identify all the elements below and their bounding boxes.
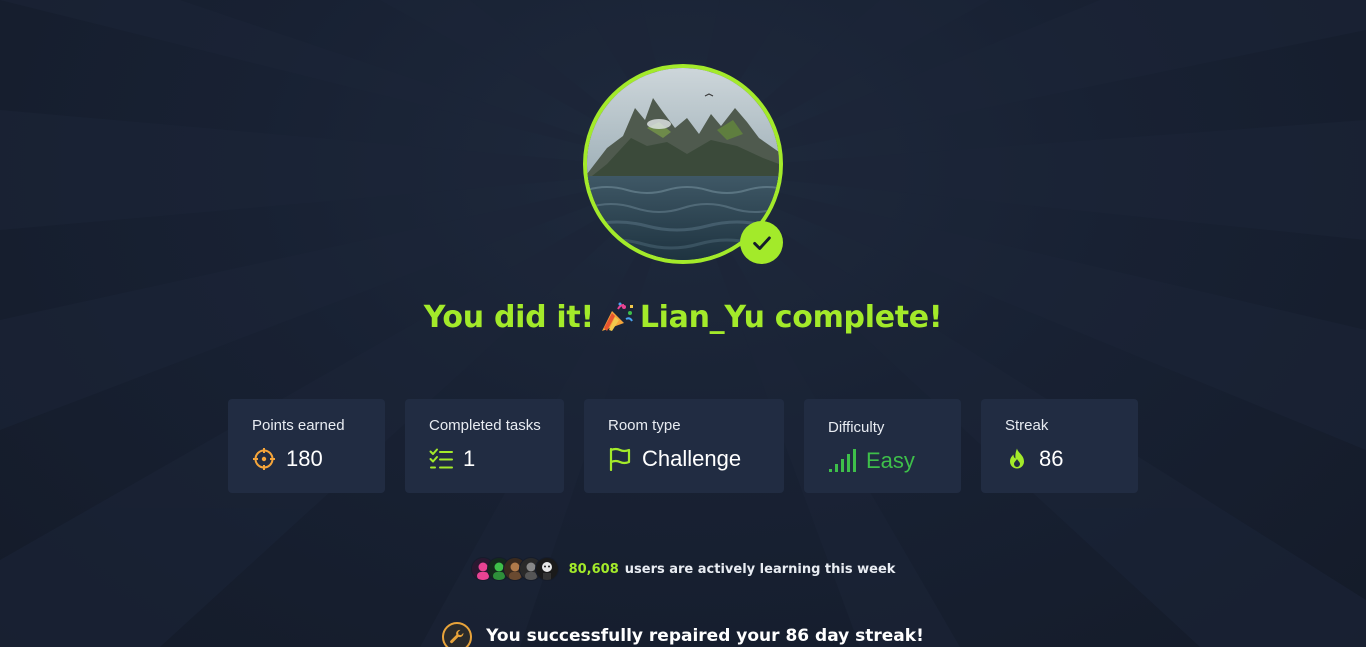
- checklist-icon: [429, 447, 453, 471]
- stat-label: Completed tasks: [429, 417, 541, 434]
- stats-cards: Points earned 180 Completed tasks 1 Room…: [0, 399, 1366, 493]
- stat-value: 86: [1039, 446, 1064, 471]
- learner-avatars: [470, 557, 559, 581]
- flag-icon: [608, 447, 632, 471]
- heading-suffix: Lian_Yu complete!: [639, 300, 943, 335]
- fire-icon: [1005, 447, 1029, 471]
- heading-prefix: You did it!: [423, 300, 594, 335]
- crosshair-icon: [252, 447, 276, 471]
- stat-label: Difficulty: [828, 419, 885, 436]
- stat-card-room-type: Room type Challenge: [584, 399, 784, 493]
- streak-repair-text: You successfully repaired your 86 day st…: [486, 626, 924, 646]
- stat-label: Room type: [608, 417, 681, 434]
- streak-repair-message: You successfully repaired your 86 day st…: [0, 620, 1366, 647]
- check-icon: [752, 235, 771, 250]
- stat-value: Easy: [866, 448, 915, 473]
- stat-card-difficulty: Difficulty Easy: [804, 399, 961, 493]
- stat-label: Points earned: [252, 417, 345, 434]
- active-learners: 80,608 users are actively learning this …: [0, 556, 1366, 582]
- stat-card-tasks: Completed tasks 1: [405, 399, 564, 493]
- stat-value: 1: [463, 446, 476, 471]
- wrench-icon: [442, 622, 473, 647]
- completed-badge: [740, 221, 783, 264]
- stat-label: Streak: [1005, 417, 1049, 434]
- completion-page: You did it! Lian_Yu complete! Points ear…: [0, 0, 1366, 647]
- learner-count: 80,608: [568, 561, 619, 577]
- stat-card-streak: Streak 86: [981, 399, 1138, 493]
- signal-bars-icon: [828, 449, 856, 473]
- stat-card-points: Points earned 180: [228, 399, 385, 493]
- party-popper-icon: [601, 302, 633, 331]
- completion-heading: You did it! Lian_Yu complete!: [0, 300, 1366, 335]
- stat-value: 180: [286, 446, 323, 471]
- learner-text: users are actively learning this week: [624, 561, 896, 577]
- avatar: [534, 557, 559, 581]
- room-avatar: [583, 64, 783, 264]
- stat-value: Challenge: [642, 446, 742, 471]
